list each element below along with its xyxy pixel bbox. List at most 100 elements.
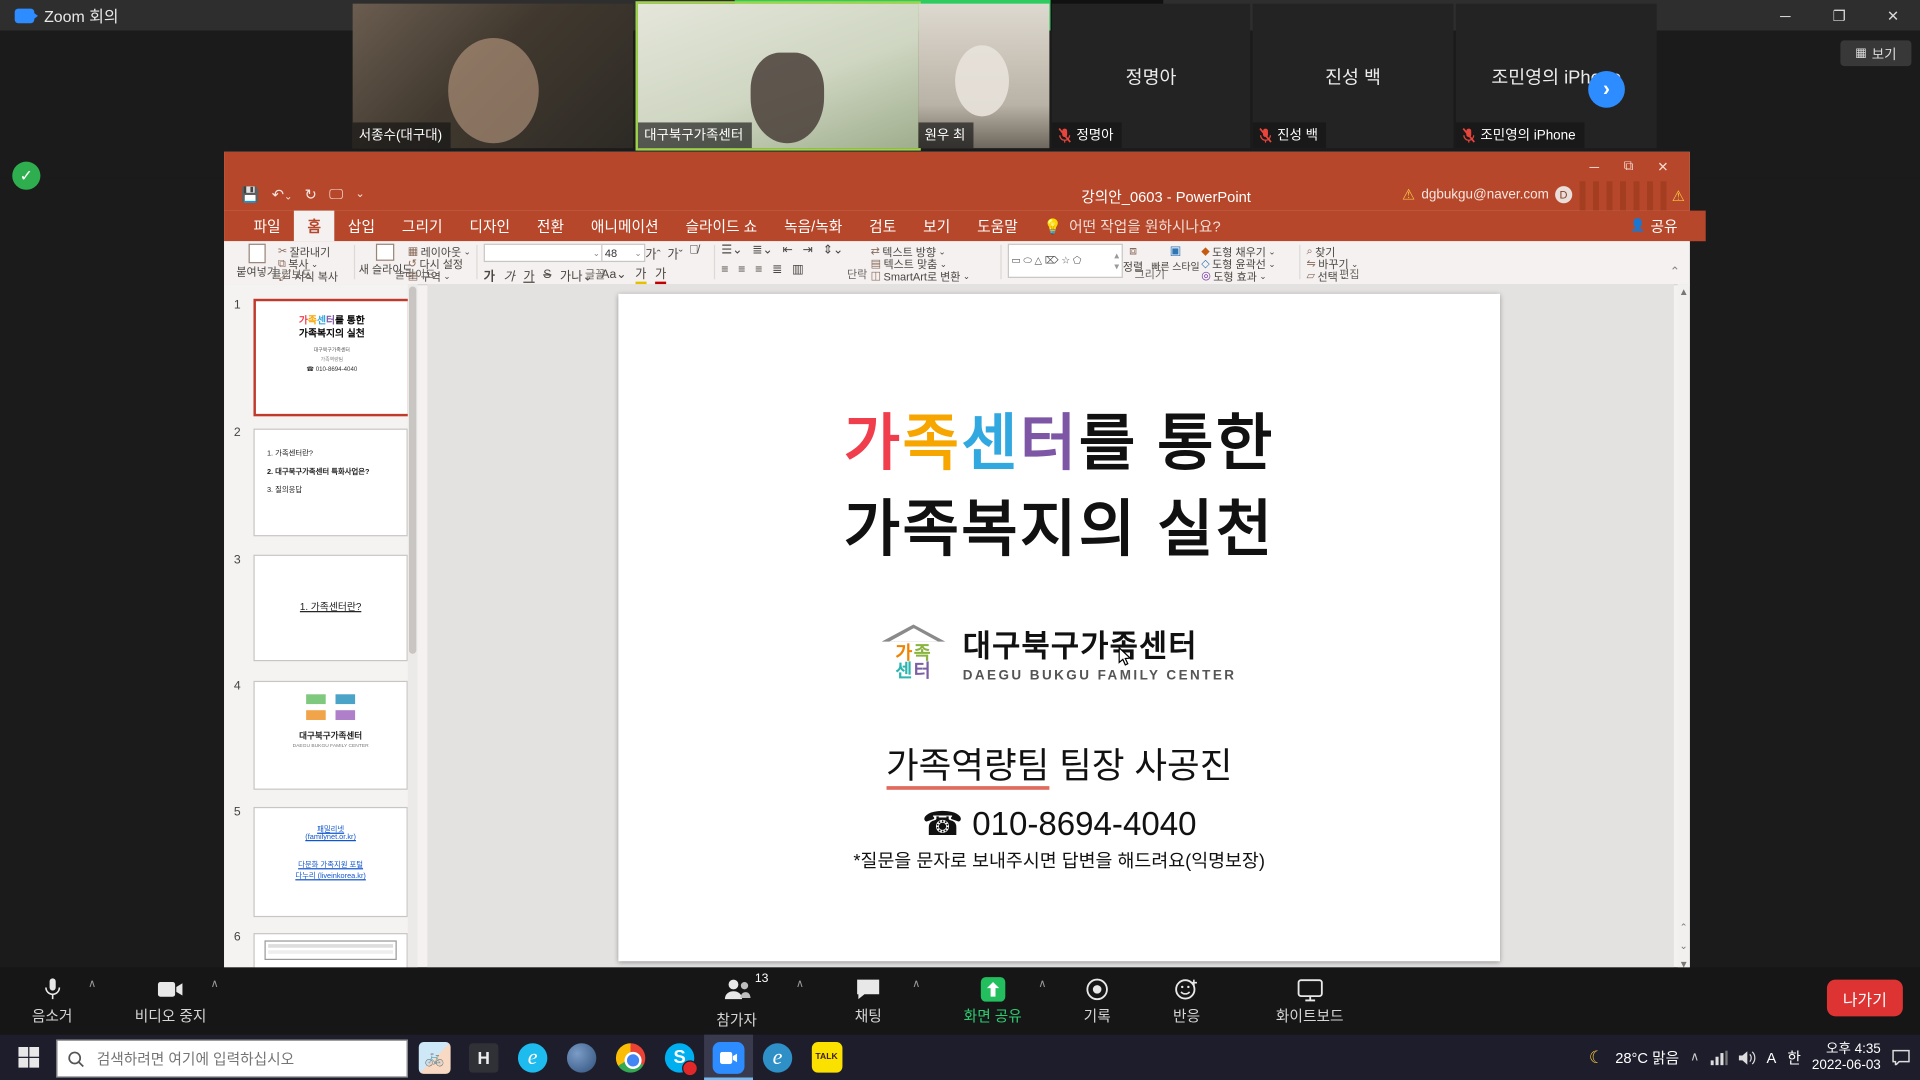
network-icon[interactable] [1710,1050,1727,1065]
tab-view[interactable]: 보기 [910,211,964,242]
customize-qat-icon[interactable]: ⌄ [356,187,365,200]
leave-meeting-button[interactable]: 나가기 [1827,980,1903,1017]
participant2-name: 대구북구가족센터 [644,125,743,145]
search-input[interactable] [94,1049,381,1069]
tab-home[interactable]: 홈 [294,211,334,242]
reactions-button[interactable]: 반응 [1173,977,1200,1026]
taskbar-app-photos[interactable]: 🚲 [410,1035,459,1080]
bullets-button[interactable]: ☰⌄ [721,244,742,257]
ime-korean-indicator[interactable]: 한 [1787,1047,1801,1068]
redo-icon[interactable]: ↻ [305,186,317,203]
tab-animations[interactable]: 애니메이션 [577,211,672,242]
clear-format-button[interactable]: 가̸ [689,244,698,257]
undo-icon[interactable]: ↶⌄ [272,186,293,203]
participant3-name: 원우 최 [924,125,965,145]
participant5-name: 진성 백 [1277,125,1318,145]
mute-options-chevron[interactable]: ∧ [88,977,96,990]
logo-mark: 가족센터 [882,624,946,680]
thumb-number: 2 [234,426,241,439]
grow-font-button[interactable]: 가ˆ [645,244,660,262]
ppt-close-button[interactable]: ✕ [1646,156,1680,179]
taskbar-app-edge[interactable]: e [753,1035,802,1080]
font-size-box[interactable]: 48 ⌄ [601,244,645,262]
slide-scrollbar[interactable]: ▲ ⌃ ⌄ ▼ [1678,284,1690,972]
start-slideshow-icon[interactable]: 🖵 [329,185,343,203]
taskbar-app-hangul[interactable]: H [459,1035,508,1080]
taskbar-app-zoom[interactable] [704,1035,753,1080]
slide-thumbnail-4[interactable]: 대구북구가족센터 DAEGU BUKGU FAMILY CENTER [253,681,407,790]
action-center-icon[interactable] [1892,1049,1910,1065]
panel-scrollbar[interactable] [408,284,418,967]
tab-review[interactable]: 검토 [856,211,910,242]
stop-video-button[interactable]: 비디오 중지 [135,977,207,1026]
video-tile-participant6[interactable]: 조민영의 iPhone 조민영의 iPhone [1456,4,1657,148]
slide-thumbnail-3[interactable]: 1. 가족센터란? [253,555,407,662]
next-participants-button[interactable]: › [1588,71,1625,108]
logo-english-name: DAEGU BUKGU FAMILY CENTER [963,669,1237,684]
share-button[interactable]: 👤 공유 [1630,211,1677,242]
taskbar-clock[interactable]: 오후 4:35 2022-06-03 [1812,1041,1881,1073]
numbering-button[interactable]: ≣⌄ [752,244,773,257]
taskbar-app-ie[interactable]: e [508,1035,557,1080]
minimize-button[interactable]: ─ [1758,0,1812,31]
slide-thumbnail-6[interactable] [253,933,407,970]
participants-button[interactable]: 13 참가자 [716,977,757,1030]
maximize-button[interactable]: ❐ [1812,0,1866,31]
document-title: 강의안_0603 - PowerPoint [1081,186,1251,207]
share-screen-button[interactable]: 화면 공유 [964,977,1022,1026]
ppt-minimize-button[interactable]: ─ [1577,156,1611,179]
save-icon[interactable]: 💾 [241,186,259,203]
slide-thumbnail-1[interactable]: 가족센터를 통한 가족복지의 실천 대구북구가족센터 가족역량팀 ☎ 010-8… [253,299,410,417]
slide-thumbnail-5[interactable]: 패밀리넷 (familynet.or.kr) 다문화 가족지원 포털 다누리 (… [253,807,407,917]
font-name-box[interactable]: ⌄ [484,244,604,262]
taskbar-app-other[interactable] [557,1035,606,1080]
record-button[interactable]: 기록 [1084,977,1111,1026]
next-slide-icon[interactable]: ⌄ [1680,940,1688,951]
decrease-indent-button[interactable]: ⇤ [783,244,793,257]
tab-insert[interactable]: 삽입 [334,211,388,242]
shrink-font-button[interactable]: 가ˇ [667,244,682,262]
chat-options-chevron[interactable]: ∧ [912,977,920,990]
volume-icon[interactable] [1738,1050,1755,1065]
start-button[interactable] [0,1035,56,1080]
tab-design[interactable]: 디자인 [456,211,524,242]
video-tile-participant5[interactable]: 진성 백 진성 백 [1253,4,1454,148]
scroll-up-icon[interactable]: ▲ [1679,287,1689,298]
video-tile-participant4[interactable]: 정명아 정명아 [1052,4,1250,148]
hidden-icons-chevron[interactable]: ∧ [1690,1051,1699,1064]
taskbar-app-skype[interactable]: S [655,1035,704,1080]
collapse-ribbon-button[interactable]: ⌃ [1670,266,1680,279]
gallery-view-button[interactable]: ▦ 보기 [1840,40,1911,66]
close-button[interactable]: ✕ [1866,0,1920,31]
tab-file[interactable]: 파일 [240,211,294,242]
previous-slide-icon[interactable]: ⌃ [1680,922,1688,933]
account-info[interactable]: ⚠ dgbukgu@naver.com D [1402,186,1572,203]
tab-transitions[interactable]: 전환 [523,211,577,242]
whiteboard-button[interactable]: 화이트보드 [1276,977,1344,1026]
tellme-box[interactable]: 💡 어떤 작업을 원하시나요? [1043,211,1220,242]
ppt-restore-button[interactable]: ⧉ [1611,156,1645,179]
taskbar-app-kakaotalk[interactable]: TALK [802,1035,851,1080]
line-spacing-button[interactable]: ⇕⌄ [823,244,844,257]
weather-text[interactable]: 28°C 맑음 [1615,1047,1679,1068]
slide-editor-area: 가족센터를 통한 가족복지의 실천 가족센터 대구북구가족센터 DAEGU BU… [427,284,1674,967]
taskbar-app-chrome[interactable] [606,1035,655,1080]
ime-latin-indicator[interactable]: A [1767,1049,1777,1066]
video-options-chevron[interactable]: ∧ [211,977,219,990]
person-icon: 👤 [1630,219,1645,232]
tab-record[interactable]: 녹음/녹화 [771,211,856,242]
chat-button[interactable]: 채팅 [855,977,882,1026]
participants-options-chevron[interactable]: ∧ [796,977,804,990]
video-tile-participant3[interactable]: 원우 최 [918,4,1049,148]
tab-slideshow[interactable]: 슬라이드 쇼 [672,211,771,242]
taskbar-search-box[interactable] [56,1040,407,1078]
video-tile-active-speaker[interactable]: 대구북구가족센터 [636,1,921,150]
tab-draw[interactable]: 그리기 [388,211,456,242]
slide-thumbnail-2[interactable]: 1. 가족센터란? 2. 대구북구가족센터 특화사업은? 3. 질의응답 [253,429,407,537]
video-tile-participant1[interactable]: 서종수(대구대) [353,4,633,148]
share-options-chevron[interactable]: ∧ [1038,977,1046,990]
increase-indent-button[interactable]: ⇥ [803,244,813,257]
slide-canvas[interactable]: 가족센터를 통한 가족복지의 실천 가족센터 대구북구가족센터 DAEGU BU… [618,294,1500,961]
mute-button[interactable]: 음소거 [32,977,73,1026]
tab-help[interactable]: 도움말 [964,211,1032,242]
